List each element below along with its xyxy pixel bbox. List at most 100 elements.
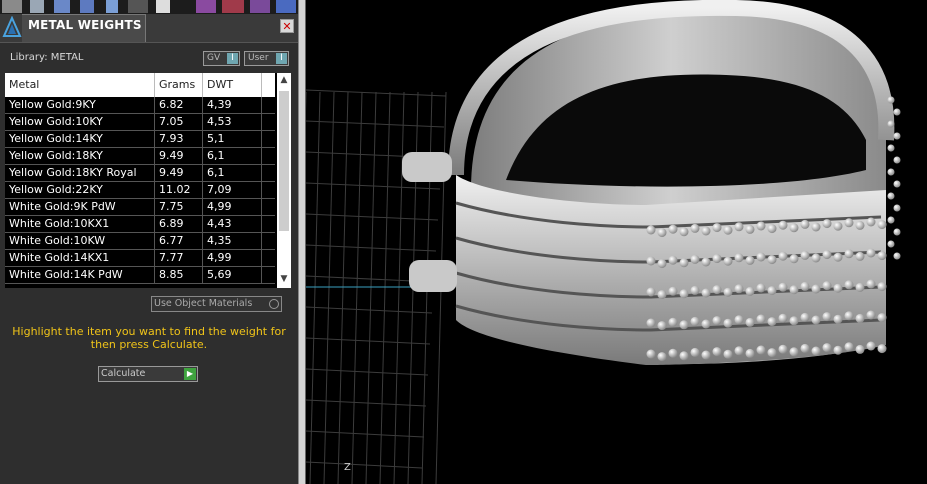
table-header: Metal Grams DWT [5,73,275,97]
texture-ball [893,156,901,164]
table-row[interactable]: Yellow Gold:14KY 7.93 5,1 [5,131,275,148]
use-object-materials-checkbox[interactable]: Use Object Materials [151,296,282,312]
app-logo-icon [2,16,22,37]
texture-ball [800,312,810,322]
table-row[interactable]: Yellow Gold:10KY 7.05 4,53 [5,114,275,131]
texture-ball [844,218,854,228]
scroll-up-arrow-icon[interactable]: ▲ [277,75,291,87]
table-row[interactable]: Yellow Gold:18KY Royal 9.49 6,1 [5,165,275,182]
scroll-down-arrow-icon[interactable]: ▼ [277,274,291,286]
cell-dwt: 4,43 [203,216,262,232]
cell-metal: White Gold:14K PdW [5,267,155,283]
cell-dwt: 4,53 [203,114,262,130]
3d-viewport[interactable]: Z [306,0,927,484]
texture-ball [877,344,887,354]
texture-ball [800,219,810,229]
texture-ball [668,224,678,234]
gv-toggle[interactable]: GV I [203,51,240,66]
texture-ball [877,251,887,261]
toolbar-icon-10[interactable] [250,0,270,13]
panel-title: METAL WEIGHTS [28,18,142,32]
texture-ball [767,224,777,234]
texture-ball [887,168,895,176]
texture-ball [811,222,821,232]
toolbar-icon-3[interactable] [54,0,70,13]
table-body: Yellow Gold:9KY 6.82 4,39 Yellow Gold:10KY 7… [5,97,275,284]
toolbar-icon-1[interactable] [2,0,22,13]
texture-ball [745,348,755,358]
texture-ball [668,286,678,296]
texture-ball [657,321,667,331]
close-icon: ✕ [282,20,292,33]
texture-ball [657,259,667,269]
toolbar-icon-7[interactable] [156,0,170,13]
cell-grams: 8.85 [155,267,203,283]
table-row[interactable]: White Gold:9K PdW 7.75 4,99 [5,199,275,216]
texture-ball [745,286,755,296]
texture-ball [701,226,711,236]
cell-spacer [262,97,275,113]
texture-ball [734,346,744,356]
table-row[interactable]: Yellow Gold:22KY 11.02 7,09 [5,182,275,199]
texture-ball [778,220,788,230]
cell-metal: White Gold:10KX1 [5,216,155,232]
texture-ball [734,315,744,325]
texture-ball [723,318,733,328]
toolbar-icon-9[interactable] [222,0,244,13]
calculate-label: Calculate [101,368,146,379]
texture-ball [734,253,744,263]
toolbar-icon-6[interactable] [128,0,148,13]
texture-ball [767,348,777,358]
table-row[interactable]: White Gold:10KX1 6.89 4,43 [5,216,275,233]
cell-grams: 7.05 [155,114,203,130]
toolbar-strip [0,0,298,14]
instruction-text: Highlight the item you want to find the … [12,325,286,351]
calculate-button[interactable]: Calculate ▶ [98,366,198,382]
toolbar-icon-8[interactable] [196,0,216,13]
panel-splitter[interactable] [298,0,306,484]
column-header-grams[interactable]: Grams [155,73,203,97]
scroll-thumb[interactable] [279,91,289,231]
texture-ball [679,227,689,237]
grid-line [306,461,423,469]
grid-line [306,306,433,314]
texture-ball [701,288,711,298]
toolbar-icon-4[interactable] [80,0,94,13]
cell-grams: 6.89 [155,216,203,232]
texture-ball [745,317,755,327]
texture-ball [756,252,766,262]
texture-ball [866,248,876,258]
texture-ball [712,254,722,264]
table-scrollbar[interactable]: ▲ ▼ [277,73,291,288]
texture-ball [668,348,678,358]
texture-ball [811,284,821,294]
table-row[interactable]: Yellow Gold:18KY 9.49 6,1 [5,148,275,165]
texture-ball [887,216,895,224]
column-header-dwt[interactable]: DWT [203,73,262,97]
table-row[interactable]: Yellow Gold:9KY 6.82 4,39 [5,97,275,114]
table-row[interactable]: White Gold:14K PdW 8.85 5,69 [5,267,275,284]
toolbar-icon-5[interactable] [106,0,118,13]
texture-ball [800,343,810,353]
column-header-metal[interactable]: Metal [5,73,155,97]
cell-spacer [262,250,275,266]
texture-ball [712,285,722,295]
texture-ball [646,256,656,266]
texture-ball [668,317,678,327]
cell-grams: 6.77 [155,233,203,249]
grid-line [393,91,405,484]
texture-ball [690,285,700,295]
toolbar-icon-11[interactable] [276,0,296,13]
texture-ball [811,346,821,356]
user-toggle[interactable]: User I [244,51,289,66]
grid-line [365,91,377,484]
table-row[interactable]: White Gold:14KX1 7.77 4,99 [5,250,275,267]
sprue-bottom [409,260,457,292]
texture-ball [800,250,810,260]
texture-ball [657,228,667,238]
table-row[interactable]: White Gold:10KW 6.77 4,35 [5,233,275,250]
close-button[interactable]: ✕ [280,19,294,33]
texture-ball [767,255,777,265]
cell-dwt: 7,09 [203,182,262,198]
toolbar-icon-2[interactable] [30,0,44,13]
